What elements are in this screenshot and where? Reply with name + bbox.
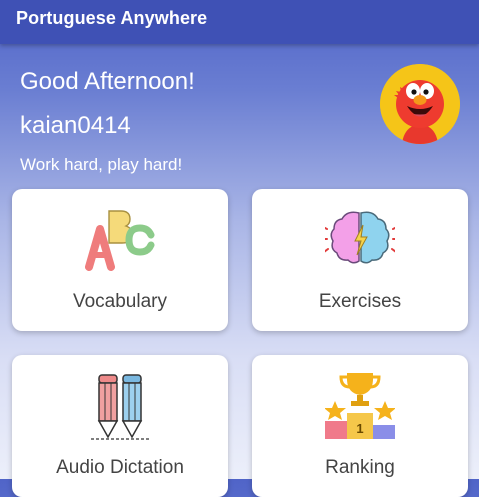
vocabulary-label: Vocabulary — [72, 291, 167, 312]
vocabulary-card[interactable]: Vocabulary — [12, 189, 228, 331]
ranking-label: Ranking — [325, 457, 395, 478]
avatar[interactable] — [380, 64, 460, 144]
svg-text:1: 1 — [356, 421, 363, 436]
greeting-text: Good Afternoon! — [20, 68, 195, 95]
motto-text: Work hard, play hard! — [20, 155, 183, 174]
pencils-icon — [91, 374, 149, 440]
username-text: kaian0414 — [20, 112, 131, 139]
app-title: Portuguese Anywhere — [16, 8, 208, 28]
elmo-avatar-icon — [380, 64, 460, 144]
exercises-label: Exercises — [318, 291, 402, 312]
app-bar: Portuguese Anywhere — [0, 0, 479, 44]
exercises-card[interactable]: Exercises — [252, 189, 468, 331]
audio-dictation-card[interactable]: Audio Dictation — [12, 355, 228, 497]
abc-letters-icon — [85, 210, 155, 271]
brain-icon — [325, 211, 395, 264]
trophy-podium-icon: 1 — [325, 373, 395, 439]
ranking-card[interactable]: 1 Ranking — [252, 355, 468, 497]
audio-dictation-label: Audio Dictation — [56, 457, 184, 478]
